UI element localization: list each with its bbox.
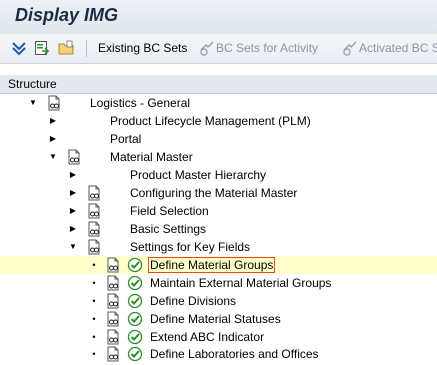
tree-node-label[interactable]: Extend ABC Indicator bbox=[150, 330, 264, 344]
tree-node-product-master-hierarchy[interactable]: ▶ Product Master Hierarchy bbox=[0, 166, 437, 184]
document-glasses-icon bbox=[66, 149, 82, 165]
execute-icon[interactable] bbox=[127, 329, 143, 345]
document-glasses-icon[interactable] bbox=[105, 329, 121, 345]
structure-header-label: Structure bbox=[8, 77, 57, 91]
leaf-bullet-icon: • bbox=[92, 296, 96, 306]
document-glasses-icon[interactable] bbox=[105, 275, 121, 291]
expanded-toggle-icon[interactable]: ▼ bbox=[28, 96, 38, 110]
document-glasses-icon bbox=[46, 95, 62, 111]
tree-node-define-material-groups[interactable]: • Define Material Groups bbox=[0, 256, 437, 274]
document-glasses-icon bbox=[86, 221, 102, 237]
spacer bbox=[0, 64, 437, 75]
expand-subtree-icon[interactable] bbox=[11, 40, 27, 56]
tree-node-label[interactable]: Product Lifecycle Management (PLM) bbox=[110, 114, 311, 128]
toolbar-separator bbox=[86, 40, 87, 57]
leaf-bullet-icon: • bbox=[92, 260, 96, 270]
tree-node-label[interactable]: Configuring the Material Master bbox=[130, 186, 297, 200]
tree-node-label[interactable]: Material Master bbox=[110, 150, 193, 164]
existing-bc-sets-button[interactable]: Existing BC Sets bbox=[98, 41, 187, 55]
folder-icon[interactable] bbox=[58, 40, 74, 56]
tree-node-basic-settings[interactable]: ▶ Basic Settings bbox=[0, 220, 437, 238]
page-title: Display IMG bbox=[15, 5, 119, 25]
document-glasses-icon bbox=[86, 203, 102, 219]
tree-node-settings-key-fields[interactable]: ▼ Settings for Key Fields bbox=[0, 238, 437, 256]
document-glasses-icon[interactable] bbox=[105, 346, 121, 362]
tree-node-label[interactable]: Logistics - General bbox=[90, 96, 190, 110]
tree-column-header: Structure bbox=[0, 75, 437, 94]
document-glasses-icon bbox=[86, 239, 102, 255]
application-toolbar: Existing BC Sets BC Sets for Activity Ac… bbox=[0, 34, 437, 64]
tree-node-define-divisions[interactable]: • Define Divisions bbox=[0, 292, 437, 310]
collapsed-toggle-icon[interactable]: ▶ bbox=[68, 204, 78, 218]
tree-node-label[interactable]: Basic Settings bbox=[130, 222, 206, 236]
execute-icon[interactable] bbox=[127, 257, 143, 273]
tree-node-label[interactable]: Maintain External Material Groups bbox=[150, 276, 331, 290]
execute-icon[interactable] bbox=[127, 275, 143, 291]
document-glasses-icon bbox=[86, 185, 102, 201]
tree-node-field-selection[interactable]: ▶ Field Selection bbox=[0, 202, 437, 220]
tree-node-label[interactable]: Define Laboratories and Offices bbox=[150, 347, 319, 361]
leaf-bullet-icon: • bbox=[92, 332, 96, 342]
tree-node-label[interactable]: Product Master Hierarchy bbox=[130, 168, 266, 182]
position-icon[interactable] bbox=[34, 40, 50, 56]
document-glasses-icon[interactable] bbox=[105, 311, 121, 327]
document-glasses-icon[interactable] bbox=[105, 293, 121, 309]
tree-node-label[interactable]: Field Selection bbox=[130, 204, 209, 218]
tree-node-define-material-statuses[interactable]: • Define Material Statuses bbox=[0, 310, 437, 328]
collapsed-toggle-icon[interactable]: ▶ bbox=[68, 168, 78, 182]
tree-node-label[interactable]: Define Material Groups bbox=[147, 257, 276, 273]
execute-icon[interactable] bbox=[127, 293, 143, 309]
activated-bc-sets-icon bbox=[342, 40, 358, 56]
document-glasses-icon[interactable] bbox=[105, 257, 121, 273]
execute-icon[interactable] bbox=[127, 311, 143, 327]
tree-node-logistics-general[interactable]: ▼ Logistics - General bbox=[0, 94, 437, 112]
tree-node-configuring-material-master[interactable]: ▶ Configuring the Material Master bbox=[0, 184, 437, 202]
collapsed-toggle-icon[interactable]: ▶ bbox=[68, 186, 78, 200]
bc-sets-activity-icon bbox=[199, 40, 215, 56]
expanded-toggle-icon[interactable]: ▼ bbox=[68, 240, 78, 254]
title-bar: Display IMG bbox=[0, 0, 437, 34]
tree-node-extend-abc-indicator[interactable]: • Extend ABC Indicator bbox=[0, 328, 437, 346]
tree-node-portal[interactable]: ▶ Portal bbox=[0, 130, 437, 148]
expanded-toggle-icon[interactable]: ▼ bbox=[48, 150, 58, 164]
tree-node-label[interactable]: Define Material Statuses bbox=[150, 312, 281, 326]
collapsed-toggle-icon[interactable]: ▶ bbox=[48, 114, 58, 128]
tree-node-plm[interactable]: ▶ Product Lifecycle Management (PLM) bbox=[0, 112, 437, 130]
collapsed-toggle-icon[interactable]: ▶ bbox=[48, 132, 58, 146]
tree-node-label[interactable]: Settings for Key Fields bbox=[130, 240, 250, 254]
leaf-bullet-icon: • bbox=[92, 278, 96, 288]
bc-sets-for-activity-button[interactable]: BC Sets for Activity bbox=[216, 41, 318, 55]
activated-bc-sets-button[interactable]: Activated BC S bbox=[359, 41, 437, 55]
tree-node-material-master[interactable]: ▼ Material Master bbox=[0, 148, 437, 166]
tree-node-label[interactable]: Define Divisions bbox=[150, 294, 236, 308]
leaf-bullet-icon: • bbox=[92, 314, 96, 324]
execute-icon[interactable] bbox=[127, 346, 143, 362]
tree-node-define-laboratories-offices[interactable]: • Define Laboratories and Offices bbox=[0, 345, 437, 363]
tree-node-maintain-external-material-groups[interactable]: • Maintain External Material Groups bbox=[0, 274, 437, 292]
leaf-bullet-icon: • bbox=[92, 349, 96, 359]
collapsed-toggle-icon[interactable]: ▶ bbox=[68, 222, 78, 236]
tree-node-label[interactable]: Portal bbox=[110, 132, 141, 146]
